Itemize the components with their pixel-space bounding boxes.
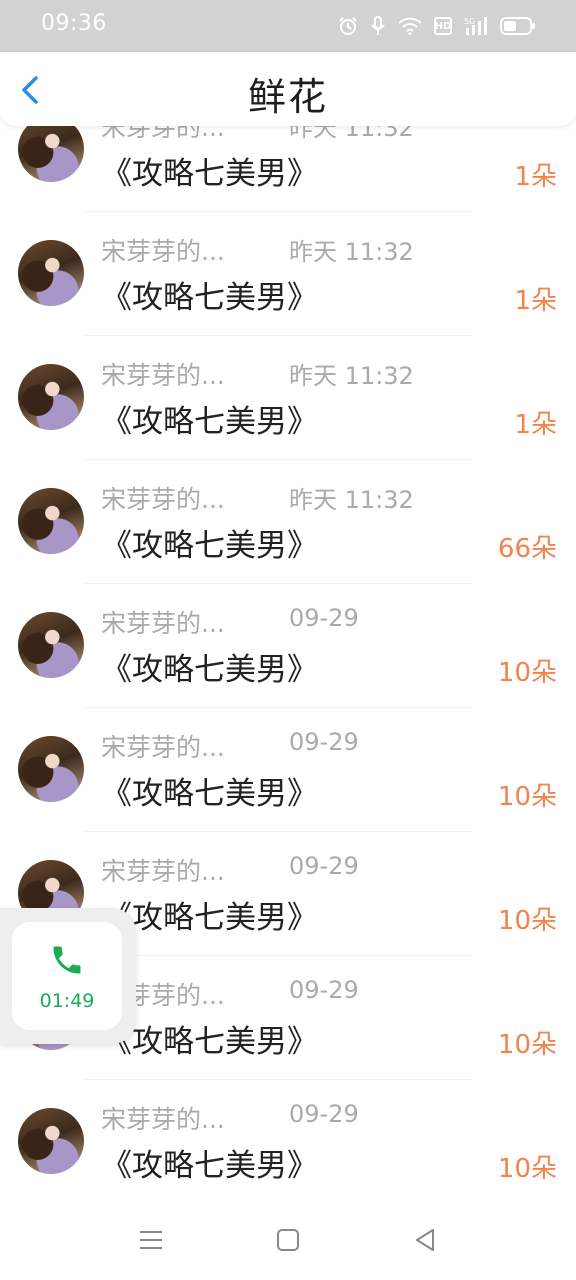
navigation-bar — [0, 1200, 576, 1280]
book-title: 《攻略七美男》 — [101, 776, 318, 812]
book-title: 《攻略七美男》 — [101, 156, 318, 192]
gift-list-item[interactable]: 宋芽芽的... 09-29 《攻略七美男》 10朵 — [0, 708, 576, 832]
book-title: 《攻略七美男》 — [101, 1148, 318, 1184]
gift-time: 09-29 — [289, 728, 359, 756]
flower-count: 66朵 — [497, 534, 557, 564]
gift-time: 09-29 — [289, 1100, 359, 1128]
sender-name: 宋芽芽的... — [101, 733, 225, 762]
back-triangle-icon[interactable] — [410, 1225, 440, 1255]
avatar[interactable] — [18, 612, 84, 678]
5g-signal-icon: 5G — [464, 17, 487, 35]
svg-text:5G: 5G — [464, 17, 475, 26]
book-title: 《攻略七美男》 — [101, 652, 318, 688]
call-floating-bubble[interactable]: 01:49 — [0, 908, 136, 1044]
avatar[interactable] — [18, 364, 84, 430]
book-title: 《攻略七美男》 — [101, 404, 318, 440]
sender-name: 宋芽芽的... — [101, 485, 225, 514]
avatar[interactable] — [18, 1108, 84, 1174]
flower-count: 10朵 — [497, 658, 557, 688]
sender-name: 宋芽芽的... — [101, 1105, 225, 1134]
gift-time: 09-29 — [289, 852, 359, 880]
status-icons: HD 5G — [338, 14, 536, 38]
gift-time: 昨天 11:32 — [289, 238, 414, 266]
book-title: 《攻略七美男》 — [101, 528, 318, 564]
flower-count: 10朵 — [497, 1154, 557, 1184]
sender-name: 宋芽芽的... — [101, 857, 225, 886]
avatar[interactable] — [18, 240, 84, 306]
flower-count: 1朵 — [514, 286, 557, 316]
status-time: 09:36 — [41, 11, 107, 36]
header: 鲜花 — [0, 52, 576, 126]
gift-time: 昨天 11:32 — [289, 486, 414, 514]
status-bar: 09:36 HD 5G — [0, 0, 576, 52]
call-duration: 01:49 — [39, 990, 95, 1012]
sender-name: 宋芽芽的... — [101, 609, 225, 638]
page-title: 鲜花 — [247, 75, 328, 119]
phone-icon — [53, 946, 81, 974]
flower-count: 10朵 — [497, 782, 557, 812]
gift-time: 09-29 — [289, 604, 359, 632]
flower-count: 1朵 — [514, 410, 557, 440]
gift-time: 09-29 — [289, 976, 359, 1004]
flower-count: 1朵 — [514, 162, 557, 192]
gift-list-item[interactable]: 宋芽芽的... 昨天 11:32 《攻略七美男》 66朵 — [0, 460, 576, 584]
wifi-icon — [398, 17, 422, 35]
home-icon[interactable] — [273, 1225, 303, 1255]
sender-name: 宋芽芽的... — [101, 361, 225, 390]
avatar[interactable] — [18, 736, 84, 802]
flower-count: 10朵 — [497, 1030, 557, 1060]
flower-count: 10朵 — [497, 906, 557, 936]
hd-icon: HD — [434, 17, 452, 35]
gift-list-item[interactable]: 宋芽芽的... 09-29 《攻略七美男》 10朵 — [0, 1080, 576, 1204]
gift-list-item[interactable]: 宋芽芽的... 昨天 11:32 《攻略七美男》 1朵 — [0, 336, 576, 460]
avatar[interactable] — [18, 488, 84, 554]
microphone-icon — [371, 16, 385, 35]
alarm-icon — [339, 17, 357, 35]
sender-name: 宋芽芽的... — [101, 237, 225, 266]
gift-list-item[interactable]: 宋芽芽的... 昨天 11:32 《攻略七美男》 1朵 — [0, 212, 576, 336]
battery-icon — [500, 17, 535, 35]
menu-icon[interactable] — [136, 1225, 166, 1255]
call-bubble-card[interactable]: 01:49 — [12, 922, 122, 1030]
book-title: 《攻略七美男》 — [101, 280, 318, 316]
gift-list-item[interactable]: 宋芽芽的... 09-29 《攻略七美男》 10朵 — [0, 584, 576, 708]
gift-time: 昨天 11:32 — [289, 362, 414, 390]
